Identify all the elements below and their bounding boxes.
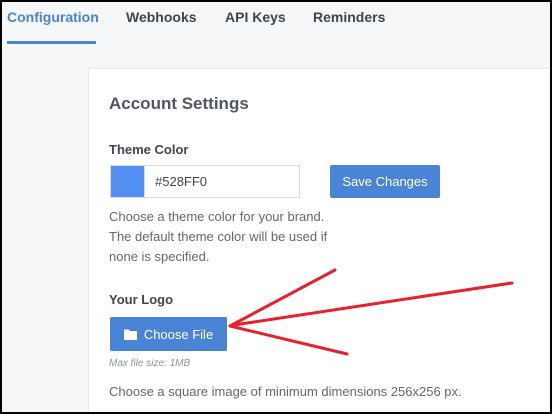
choose-file-label: Choose File <box>143 326 214 342</box>
your-logo-label: Your Logo <box>109 292 174 307</box>
choose-file-button[interactable]: Choose File <box>110 317 227 351</box>
tab-api-keys[interactable]: API Keys <box>225 9 286 25</box>
logo-help: Choose a square image of minimum dimensi… <box>109 384 462 399</box>
theme-color-swatch[interactable] <box>110 165 144 198</box>
tab-configuration[interactable]: Configuration <box>7 9 99 25</box>
app-frame: Configuration Webhooks API Keys Reminder… <box>2 2 550 412</box>
max-file-size-note: Max file size: 1MB <box>109 358 191 369</box>
theme-color-help: Choose a theme color for your brand. The… <box>109 207 327 267</box>
theme-color-label: Theme Color <box>109 142 189 157</box>
account-settings-card: Account Settings Theme Color Save Change… <box>88 68 550 412</box>
tab-reminders[interactable]: Reminders <box>313 9 385 25</box>
tab-bar: Configuration Webhooks API Keys Reminder… <box>2 2 550 44</box>
save-changes-button[interactable]: Save Changes <box>330 165 440 198</box>
card-title: Account Settings <box>109 94 249 113</box>
active-tab-indicator <box>7 41 96 44</box>
folder-icon <box>123 329 137 340</box>
tab-webhooks[interactable]: Webhooks <box>126 9 197 25</box>
help-line: Choose a theme color for your brand. <box>109 209 325 224</box>
theme-color-input[interactable] <box>144 165 300 198</box>
help-line: The default theme color will be used if <box>109 229 328 244</box>
help-line: none is specified. <box>109 249 210 264</box>
